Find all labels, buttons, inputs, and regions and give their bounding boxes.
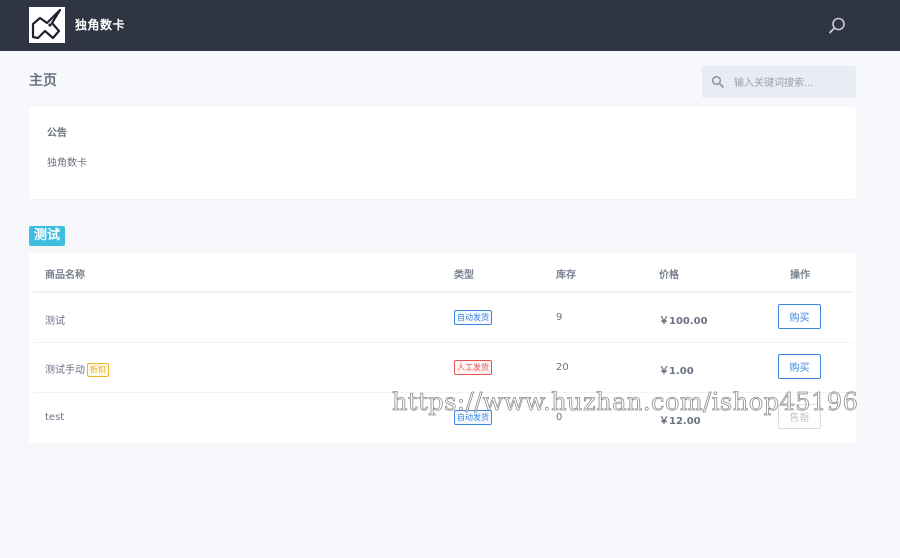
search-box[interactable] <box>702 66 856 98</box>
notice-title: 公告 <box>47 128 67 139</box>
product-name[interactable]: 测试 <box>45 312 65 327</box>
category-label: 测试 <box>29 226 66 246</box>
brand-name[interactable]: 独角数卡 <box>75 16 125 33</box>
product-table: 商品名称 类型 库存 价格 操作 测试 自动发货 9 ￥100.00 购买 测试… <box>29 253 856 443</box>
type-tag: 自动发货 <box>454 310 492 325</box>
notice-card: 公告 独角数卡 <box>29 107 856 199</box>
product-name[interactable]: test <box>45 412 64 423</box>
top-navbar: 独角数卡 <box>0 0 900 51</box>
table-header: 商品名称 类型 库存 价格 操作 <box>29 253 856 291</box>
header-price: 价格 <box>659 270 679 281</box>
header-name: 商品名称 <box>45 270 85 281</box>
discount-badge: 折扣 <box>87 363 109 377</box>
header-type: 类型 <box>454 270 474 281</box>
buy-button[interactable]: 购买 <box>778 304 821 329</box>
stock-value: 0 <box>556 412 563 423</box>
table-row: 测试手动 折扣 人工发货 20 ￥1.00 购买 <box>29 343 856 393</box>
search-input[interactable] <box>732 72 854 94</box>
table-row: test 自动发货 0 ￥12.00 售罄 <box>29 393 856 443</box>
product-name-cell: 测试手动 折扣 <box>45 361 109 377</box>
stock-value: 9 <box>556 312 563 323</box>
price-value: ￥1.00 <box>659 366 694 377</box>
header-stock: 库存 <box>556 270 576 281</box>
price-value: ￥12.00 <box>659 416 701 427</box>
stock-value: 20 <box>556 362 569 373</box>
header-action: 操作 <box>790 270 810 281</box>
page-title: 主页 <box>29 73 57 89</box>
search-icon <box>711 74 725 88</box>
search-icon[interactable] <box>826 15 848 37</box>
notice-body: 独角数卡 <box>47 158 87 169</box>
table-row: 测试 自动发货 9 ￥100.00 购买 <box>29 293 856 343</box>
price-value: ￥100.00 <box>659 316 708 327</box>
buy-button[interactable]: 购买 <box>778 354 821 379</box>
type-tag: 自动发货 <box>454 410 492 425</box>
type-tag: 人工发货 <box>454 360 492 375</box>
unicorn-icon[interactable] <box>29 7 65 43</box>
sold-out-button[interactable]: 售罄 <box>778 404 821 429</box>
product-name[interactable]: 测试手动 <box>45 365 85 376</box>
